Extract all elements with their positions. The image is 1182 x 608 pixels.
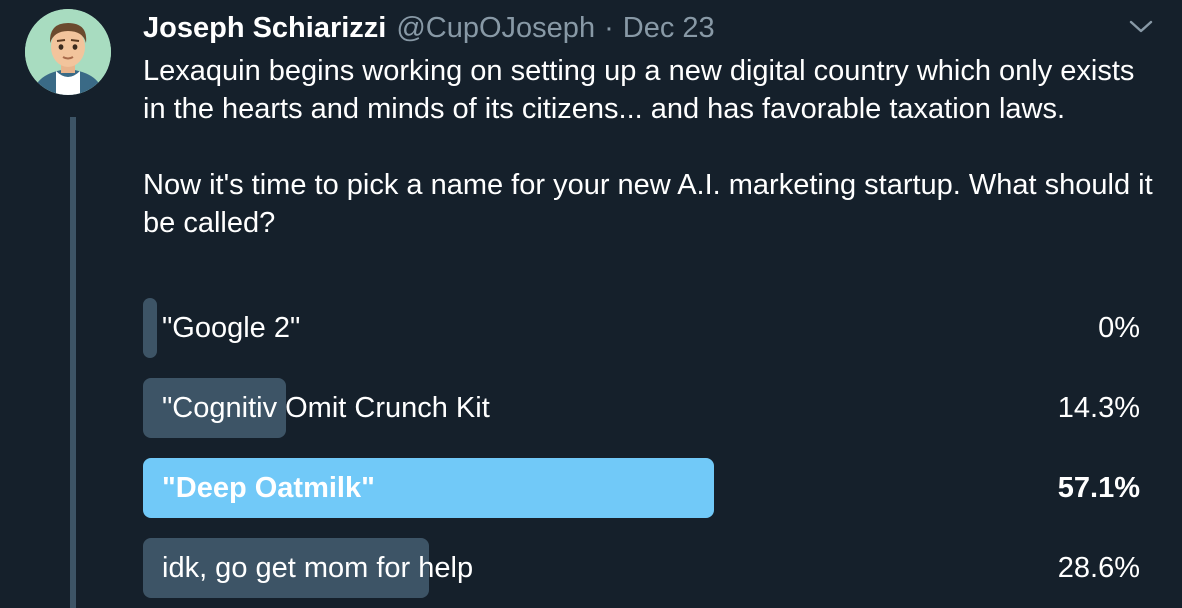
poll-option-label: "Google 2"	[162, 312, 301, 344]
poll-option: "Google 2" 0%	[143, 298, 1143, 358]
poll-option: "Deep Oatmilk" 57.1%	[143, 458, 1143, 518]
tweet-date[interactable]: Dec 23	[623, 12, 715, 45]
poll-option: idk, go get mom for help 28.6%	[143, 538, 1143, 598]
tweet[interactable]: Joseph Schiarizzi @CupOJoseph · Dec 23 L…	[0, 0, 1182, 608]
poll-option-percent: 57.1%	[1057, 472, 1140, 504]
chevron-down-icon[interactable]	[1128, 18, 1154, 36]
tweet-paragraph-2: Now it's time to pick a name for your ne…	[143, 169, 1153, 239]
header-separator: ·	[604, 11, 614, 44]
author-name[interactable]: Joseph Schiarizzi	[143, 12, 386, 45]
poll-option-percent: 0%	[1098, 312, 1140, 344]
avatar[interactable]	[25, 9, 111, 95]
author-handle[interactable]: @CupOJoseph	[396, 12, 595, 45]
tweet-paragraph-1: Lexaquin begins working on setting up a …	[143, 55, 1135, 125]
tweet-text: Lexaquin begins working on setting up a …	[143, 52, 1153, 242]
poll-option: "Cognitiv Omit Crunch Kit 14.3%	[143, 378, 1143, 438]
poll-result-bar	[143, 298, 157, 358]
poll-option-percent: 28.6%	[1057, 552, 1140, 584]
poll-option-label: "Deep Oatmilk"	[162, 472, 375, 504]
poll: "Google 2" 0% "Cognitiv Omit Crunch Kit …	[143, 298, 1143, 608]
thread-line	[70, 117, 76, 608]
cartoon-avatar-icon	[25, 9, 111, 95]
poll-option-percent: 14.3%	[1057, 392, 1140, 424]
poll-option-label: "Cognitiv Omit Crunch Kit	[162, 392, 490, 424]
poll-option-label: idk, go get mom for help	[162, 552, 474, 584]
tweet-header: Joseph Schiarizzi @CupOJoseph · Dec 23	[143, 10, 715, 46]
